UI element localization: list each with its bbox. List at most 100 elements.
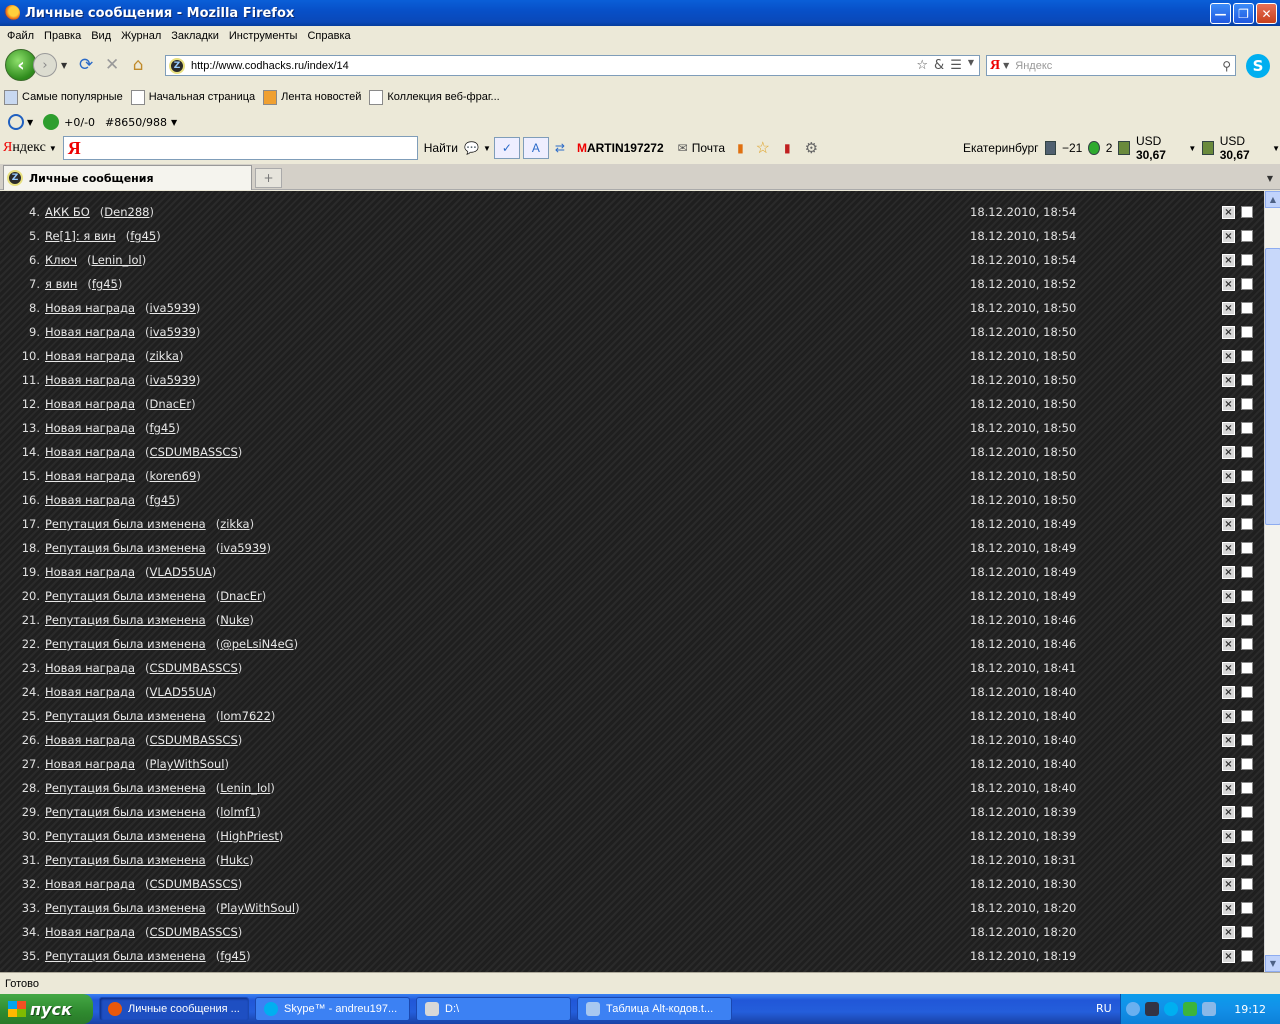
addon-id-label[interactable]: #8650/988: [105, 116, 167, 129]
close-button[interactable]: ✕: [1256, 3, 1277, 24]
delete-icon[interactable]: ×: [1222, 662, 1235, 675]
bookmark-most-popular[interactable]: Самые популярные: [4, 89, 123, 105]
select-checkbox[interactable]: [1241, 806, 1253, 818]
message-author-link[interactable]: Hukc: [220, 853, 249, 867]
message-subject-link[interactable]: Новая награда: [45, 925, 135, 939]
message-author-link[interactable]: fg45: [130, 229, 156, 243]
skype-tray-icon[interactable]: [1164, 1002, 1178, 1016]
network-icon[interactable]: [1202, 1002, 1216, 1016]
message-author-link[interactable]: CSDUMBASSCS: [150, 733, 238, 747]
select-checkbox[interactable]: [1241, 278, 1253, 290]
history-dropdown-icon[interactable]: ▼: [61, 61, 67, 70]
menu-history[interactable]: Журнал: [116, 30, 166, 42]
select-checkbox[interactable]: [1241, 326, 1253, 338]
select-checkbox[interactable]: [1241, 590, 1253, 602]
mail-icon[interactable]: ✉: [678, 141, 688, 155]
message-subject-link[interactable]: Re[1]: я вин: [45, 229, 116, 243]
steam-icon[interactable]: [1145, 1002, 1159, 1016]
taskbar-item-skype[interactable]: Skype™ - andreu197...: [255, 997, 410, 1021]
message-subject-link[interactable]: Новая награда: [45, 661, 135, 675]
message-author-link[interactable]: CSDUMBASSCS: [150, 661, 238, 675]
select-checkbox[interactable]: [1241, 854, 1253, 866]
reload-icon[interactable]: ⟳: [76, 55, 96, 75]
message-author-link[interactable]: DnacEr: [220, 589, 262, 603]
search-box[interactable]: Я ▼ Яндекс ⚲: [986, 55, 1236, 76]
select-checkbox[interactable]: [1241, 374, 1253, 386]
delete-icon[interactable]: ×: [1222, 230, 1235, 243]
search-input[interactable]: Яндекс: [1015, 60, 1222, 72]
message-subject-link[interactable]: Новая награда: [45, 301, 135, 315]
bubble-dropdown-icon[interactable]: ▼: [483, 144, 491, 153]
ampersand-icon[interactable]: &: [934, 58, 944, 73]
window-title-bar[interactable]: Личные сообщения - Mozilla Firefox — ❐ ✕: [0, 0, 1280, 26]
mail-label[interactable]: Почта: [692, 141, 725, 155]
delete-icon[interactable]: ×: [1222, 782, 1235, 795]
favorites-star-icon[interactable]: ☆: [756, 138, 770, 158]
scroll-down-arrow-icon[interactable]: ▼: [1265, 955, 1280, 972]
new-tab-button[interactable]: +: [255, 168, 282, 188]
message-subject-link[interactable]: Репутация была изменена: [45, 805, 206, 819]
menu-tools[interactable]: Инструменты: [224, 30, 303, 42]
settings-gear-icon[interactable]: ⚙: [805, 139, 818, 157]
message-subject-link[interactable]: Новая награда: [45, 325, 135, 339]
magnifier-icon[interactable]: ⚲: [1222, 59, 1231, 73]
bookmark-start-page[interactable]: Начальная страница: [130, 89, 255, 105]
delete-icon[interactable]: ×: [1222, 758, 1235, 771]
message-author-link[interactable]: zikka: [220, 517, 249, 531]
delete-icon[interactable]: ×: [1222, 446, 1235, 459]
taskbar-item-explorer[interactable]: D:\: [416, 997, 571, 1021]
select-checkbox[interactable]: [1241, 614, 1253, 626]
delete-icon[interactable]: ×: [1222, 878, 1235, 891]
usd-dropdown-icon[interactable]: ▼: [1188, 144, 1196, 153]
delete-icon[interactable]: ×: [1222, 542, 1235, 555]
bookmarks-folder-icon[interactable]: ▮: [737, 141, 744, 155]
forward-button[interactable]: ›: [33, 53, 57, 77]
message-author-link[interactable]: zikka: [150, 349, 179, 363]
select-checkbox[interactable]: [1241, 830, 1253, 842]
maximize-button[interactable]: ❐: [1233, 3, 1254, 24]
message-author-link[interactable]: CSDUMBASSCS: [150, 925, 238, 939]
menu-edit[interactable]: Правка: [39, 30, 86, 42]
message-subject-link[interactable]: Новая награда: [45, 349, 135, 363]
bookmark-news-feed[interactable]: Лента новостей: [263, 89, 361, 105]
message-author-link[interactable]: CSDUMBASSCS: [150, 445, 238, 459]
delete-icon[interactable]: ×: [1222, 902, 1235, 915]
message-subject-link[interactable]: Репутация была изменена: [45, 901, 206, 915]
menu-view[interactable]: Вид: [86, 30, 116, 42]
yandex-logo[interactable]: Яндекс: [3, 140, 46, 156]
usd-rate-2[interactable]: USD 30,67: [1220, 134, 1266, 162]
select-checkbox[interactable]: [1241, 230, 1253, 242]
message-author-link[interactable]: iva5939: [150, 301, 196, 315]
delete-icon[interactable]: ×: [1222, 350, 1235, 363]
message-author-link[interactable]: fg45: [92, 277, 118, 291]
search-engine-dropdown-icon[interactable]: ▼: [1003, 61, 1009, 70]
select-checkbox[interactable]: [1241, 758, 1253, 770]
message-author-link[interactable]: VLAD55UA: [150, 685, 212, 699]
select-checkbox[interactable]: [1241, 926, 1253, 938]
translate-icon[interactable]: ☰: [950, 58, 962, 73]
message-author-link[interactable]: lom7622: [220, 709, 271, 723]
vertical-scrollbar[interactable]: ▲ ▼: [1264, 191, 1280, 972]
delete-icon[interactable]: ×: [1222, 710, 1235, 723]
globe-icon[interactable]: [43, 114, 60, 130]
message-author-link[interactable]: iva5939: [150, 373, 196, 387]
spellcheck-icon[interactable]: ✓: [493, 137, 520, 159]
select-checkbox[interactable]: [1241, 518, 1253, 530]
message-subject-link[interactable]: Репутация была изменена: [45, 829, 206, 843]
url-text[interactable]: http://www.codhacks.ru/index/14: [191, 60, 916, 72]
message-subject-link[interactable]: Репутация была изменена: [45, 949, 206, 963]
addon-id-dropdown-icon[interactable]: ▼: [171, 118, 177, 127]
find-button[interactable]: Найти: [424, 141, 458, 155]
tab-list-dropdown-icon[interactable]: ▼: [1262, 168, 1278, 188]
menu-help[interactable]: Справка: [302, 30, 355, 42]
select-checkbox[interactable]: [1241, 686, 1253, 698]
message-subject-link[interactable]: Репутация была изменена: [45, 589, 206, 603]
message-author-link[interactable]: fg45: [150, 421, 176, 435]
select-checkbox[interactable]: [1241, 734, 1253, 746]
menu-bookmarks[interactable]: Закладки: [166, 30, 224, 42]
delete-icon[interactable]: ×: [1222, 398, 1235, 411]
message-subject-link[interactable]: Новая награда: [45, 685, 135, 699]
menu-file[interactable]: Файл: [2, 30, 39, 42]
delete-icon[interactable]: ×: [1222, 254, 1235, 267]
bookmark-star-icon[interactable]: ☆: [916, 58, 928, 73]
